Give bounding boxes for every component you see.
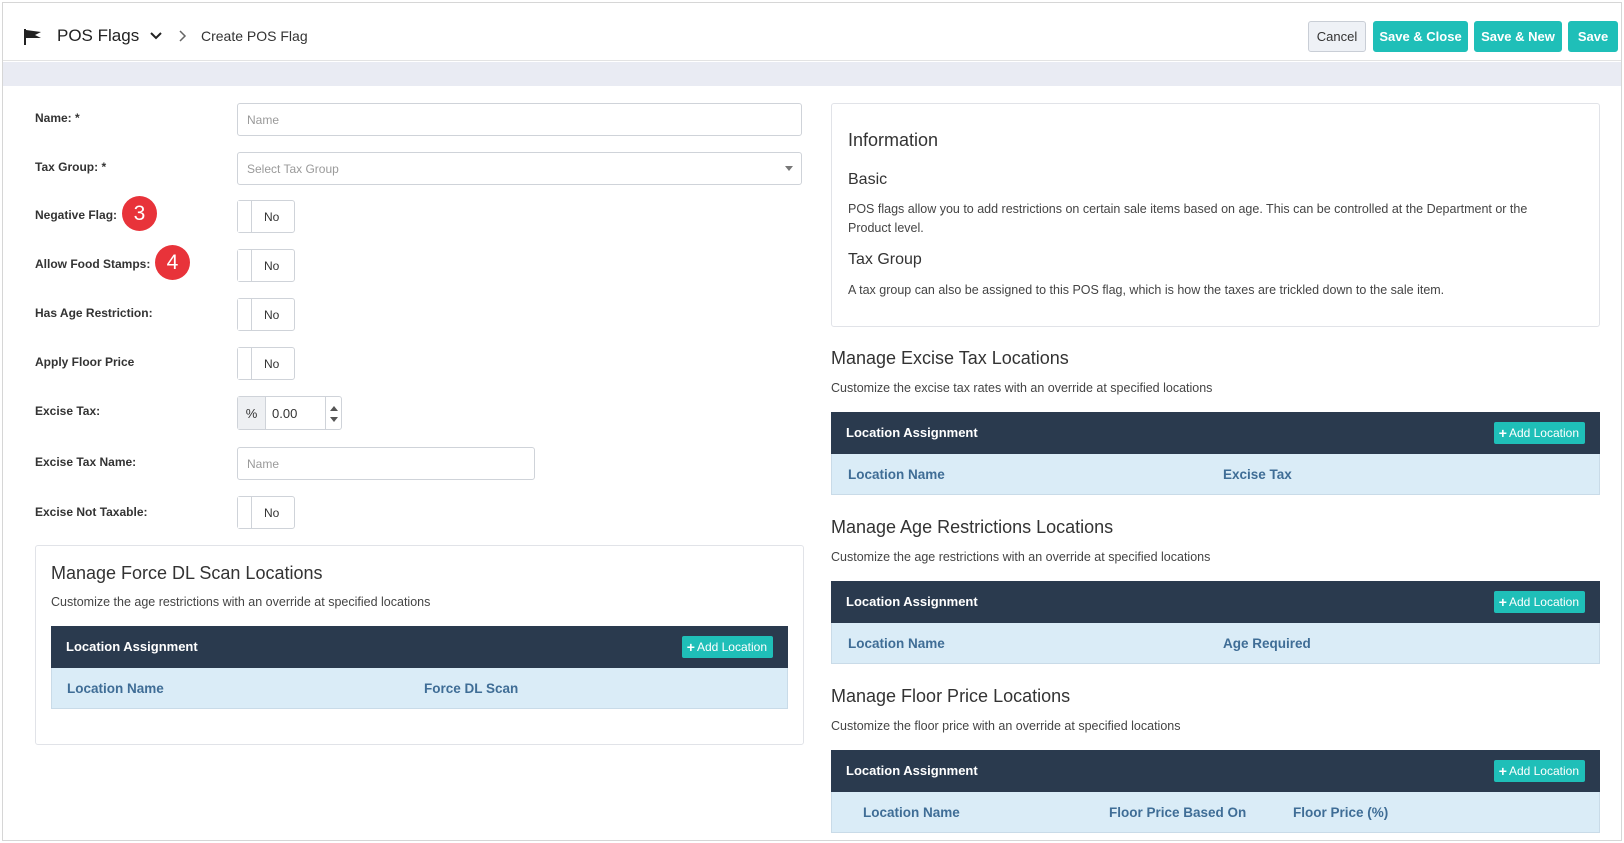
excise-name-input[interactable]: Name bbox=[237, 447, 535, 480]
step-badge-4: 4 bbox=[155, 245, 190, 280]
negative-flag-toggle[interactable]: No bbox=[237, 200, 295, 233]
app-frame: POS Flags Create POS Flag Cancel Save & … bbox=[2, 2, 1622, 841]
add-location-label: Add Location bbox=[1508, 595, 1579, 609]
add-location-label: Add Location bbox=[1508, 764, 1579, 778]
age-restriction-toggle[interactable]: No bbox=[237, 298, 295, 331]
chevron-right-icon bbox=[179, 30, 187, 42]
excise-section-subtitle: Customize the excise tax rates with an o… bbox=[831, 381, 1213, 395]
add-location-button[interactable]: + Add Location bbox=[1493, 760, 1585, 782]
chevron-down-icon[interactable] bbox=[149, 30, 163, 42]
force-dl-subtitle: Customize the age restrictions with an o… bbox=[51, 595, 431, 609]
floor-location-header: Location Assignment + Add Location bbox=[831, 750, 1600, 792]
toggle-knob bbox=[238, 250, 252, 281]
information-panel: Information Basic POS flags allow you to… bbox=[831, 103, 1600, 327]
tax-group-placeholder: Select Tax Group bbox=[247, 161, 339, 176]
tax-group-label: Tax Group: * bbox=[35, 160, 107, 174]
basic-paragraph: POS flags allow you to add restrictions … bbox=[848, 202, 1528, 235]
location-assignment-title: Location Assignment bbox=[846, 763, 978, 778]
toggle-value: No bbox=[264, 506, 280, 520]
tax-group-heading: Tax Group bbox=[848, 251, 922, 268]
excise-tax-value[interactable]: 0.00 bbox=[272, 406, 297, 421]
floor-section-title: Manage Floor Price Locations bbox=[831, 686, 1071, 706]
column-location-name[interactable]: Location Name bbox=[863, 805, 960, 820]
name-label: Name: * bbox=[35, 111, 80, 125]
location-assignment-title: Location Assignment bbox=[846, 425, 978, 440]
caret-down-icon bbox=[785, 166, 793, 171]
force-dl-columns: Location Name Force DL Scan bbox=[51, 668, 788, 709]
breadcrumb-page: Create POS Flag bbox=[201, 28, 308, 44]
food-stamps-toggle[interactable]: No bbox=[237, 249, 295, 282]
column-location-name[interactable]: Location Name bbox=[848, 467, 945, 482]
save-new-button[interactable]: Save & New bbox=[1474, 21, 1562, 52]
force-dl-title: Manage Force DL Scan Locations bbox=[51, 563, 323, 583]
plus-icon: + bbox=[686, 639, 695, 655]
plus-icon: + bbox=[1498, 763, 1507, 779]
column-floor-price-percent[interactable]: Floor Price (%) bbox=[1293, 805, 1388, 820]
tax-group-select[interactable]: Select Tax Group bbox=[237, 152, 802, 185]
breadcrumb-module[interactable]: POS Flags bbox=[57, 26, 139, 46]
save-button[interactable]: Save bbox=[1568, 21, 1618, 52]
add-location-label: Add Location bbox=[1508, 426, 1579, 440]
header-band bbox=[3, 62, 1621, 86]
basic-heading: Basic bbox=[848, 171, 888, 188]
toggle-value: No bbox=[264, 357, 280, 371]
age-restriction-label: Has Age Restriction: bbox=[35, 306, 153, 320]
age-columns: Location Name Age Required bbox=[831, 623, 1600, 664]
add-location-button[interactable]: + Add Location bbox=[1493, 422, 1585, 444]
floor-price-label: Apply Floor Price bbox=[35, 355, 135, 369]
force-dl-location-header: Location Assignment + Add Location bbox=[51, 626, 788, 668]
column-location-name[interactable]: Location Name bbox=[67, 681, 164, 696]
percent-addon: % bbox=[238, 397, 266, 429]
column-force-dl-scan[interactable]: Force DL Scan bbox=[424, 681, 518, 696]
negative-flag-label: Negative Flag: bbox=[35, 208, 118, 222]
column-location-name[interactable]: Location Name bbox=[848, 636, 945, 651]
food-stamps-label: Allow Food Stamps: bbox=[35, 257, 151, 271]
location-assignment-title: Location Assignment bbox=[66, 639, 198, 654]
floor-columns: Location Name Floor Price Based On Floor… bbox=[831, 792, 1600, 833]
plus-icon: + bbox=[1498, 425, 1507, 441]
stepper-up-icon[interactable] bbox=[330, 406, 338, 411]
add-location-button[interactable]: + Add Location bbox=[1493, 591, 1585, 613]
excise-tax-label: Excise Tax: bbox=[35, 404, 101, 418]
stepper-arrows[interactable] bbox=[325, 397, 341, 429]
excise-tax-stepper[interactable]: % 0.00 bbox=[237, 396, 342, 430]
toggle-knob bbox=[238, 348, 252, 379]
name-input[interactable]: Name bbox=[237, 103, 802, 136]
age-section-title: Manage Age Restrictions Locations bbox=[831, 517, 1114, 537]
excise-location-header: Location Assignment + Add Location bbox=[831, 412, 1600, 454]
location-assignment-title: Location Assignment bbox=[846, 594, 978, 609]
force-dl-panel: Manage Force DL Scan Locations Customize… bbox=[35, 545, 804, 745]
age-location-header: Location Assignment + Add Location bbox=[831, 581, 1600, 623]
toggle-knob bbox=[238, 497, 252, 528]
tax-group-paragraph: A tax group can also be assigned to this… bbox=[848, 283, 1445, 297]
excise-section-title: Manage Excise Tax Locations bbox=[831, 348, 1069, 368]
plus-icon: + bbox=[1498, 594, 1507, 610]
step-badge-3: 3 bbox=[122, 196, 157, 231]
flag-icon bbox=[24, 29, 41, 45]
excise-not-taxable-toggle[interactable]: No bbox=[237, 496, 295, 529]
cancel-button[interactable]: Cancel bbox=[1308, 21, 1366, 52]
information-title: Information bbox=[848, 130, 939, 150]
toggle-value: No bbox=[264, 308, 280, 322]
age-section-subtitle: Customize the age restrictions with an o… bbox=[831, 550, 1211, 564]
toggle-value: No bbox=[264, 210, 280, 224]
add-location-label: Add Location bbox=[696, 640, 767, 654]
column-floor-price-based-on[interactable]: Floor Price Based On bbox=[1109, 805, 1246, 820]
save-close-button[interactable]: Save & Close bbox=[1373, 21, 1468, 52]
excise-columns: Location Name Excise Tax bbox=[831, 454, 1600, 495]
column-age-required[interactable]: Age Required bbox=[1223, 636, 1311, 651]
toggle-knob bbox=[238, 299, 252, 330]
add-location-button[interactable]: + Add Location bbox=[681, 636, 773, 658]
column-excise-tax[interactable]: Excise Tax bbox=[1223, 467, 1292, 482]
floor-price-toggle[interactable]: No bbox=[237, 347, 295, 380]
toggle-knob bbox=[238, 201, 252, 232]
toggle-value: No bbox=[264, 259, 280, 273]
top-header: POS Flags Create POS Flag Cancel Save & … bbox=[3, 3, 1621, 61]
excise-name-label: Excise Tax Name: bbox=[35, 455, 137, 469]
excise-not-taxable-label: Excise Not Taxable: bbox=[35, 505, 148, 519]
stepper-down-icon[interactable] bbox=[330, 417, 338, 422]
floor-section-subtitle: Customize the floor price with an overri… bbox=[831, 719, 1181, 733]
